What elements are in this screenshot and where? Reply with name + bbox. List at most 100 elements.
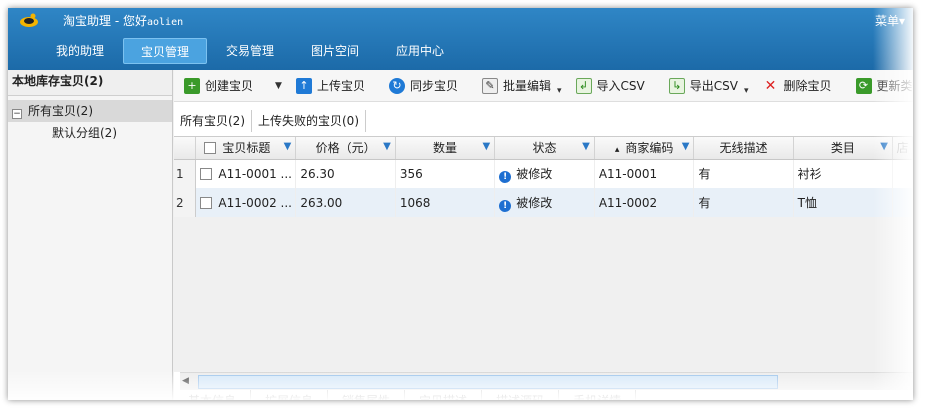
tab-extended-info[interactable]: 扩展信息 xyxy=(251,390,329,400)
info-icon: ! xyxy=(499,170,512,183)
cell-title[interactable]: A11-0002 ... xyxy=(195,188,297,217)
toolbar: + 创建宝贝 ▼ ↑ 上传宝贝 ↻ 同步宝贝 ✎ 批量编辑 ▾ ↲ 导入CSV xyxy=(174,70,913,102)
chevron-down-icon[interactable]: ▾ xyxy=(557,86,562,96)
column-header-title-label: 宝贝标题 xyxy=(222,141,271,156)
info-icon: ! xyxy=(499,199,512,212)
delete-item-button[interactable]: ✕ 删除宝贝 xyxy=(758,74,835,98)
cell-price[interactable]: 26.30 xyxy=(295,159,396,188)
cell-wireless[interactable]: 有 xyxy=(693,188,794,217)
tab-basic-info[interactable]: 基本信息 xyxy=(174,390,252,400)
row-checkbox[interactable] xyxy=(200,167,213,180)
create-item-label: 创建宝贝 xyxy=(205,79,254,93)
cell-category[interactable]: T恤 xyxy=(793,188,894,217)
delete-icon: ✕ xyxy=(764,77,777,94)
menu-button[interactable]: 菜单▾ xyxy=(875,12,905,29)
tree-item-all-items[interactable]: − 所有宝贝(2) xyxy=(8,100,172,122)
items-table: 宝贝标题 ▼ 价格（元） ▼ 数量 ▼ 状态 ▼ ▴ 商家编码 ▼ 无线描述 类目 ▼ 店 1 xyxy=(174,136,913,372)
delete-item-label: 删除宝贝 xyxy=(783,79,832,93)
tree-item-all-items-label: 所有宝贝(2) xyxy=(28,104,93,118)
filter-icon[interactable]: ▼ xyxy=(582,141,590,152)
upload-item-button[interactable]: ↑ 上传宝贝 xyxy=(292,74,369,98)
column-header-category[interactable]: 类目 ▼ xyxy=(793,137,894,160)
column-header-wireless-label: 无线描述 xyxy=(719,141,768,156)
column-header-merchant-code-label: 商家编码 xyxy=(625,141,674,156)
cell-category[interactable]: 衬衫 xyxy=(793,159,894,188)
column-header-price[interactable]: 价格（元） ▼ xyxy=(295,137,396,160)
scrollbar-thumb[interactable] xyxy=(198,375,778,389)
upload-item-label: 上传宝贝 xyxy=(316,79,365,93)
username: aolien xyxy=(147,17,184,28)
column-header-merchant-code[interactable]: ▴ 商家编码 ▼ xyxy=(594,137,695,160)
nav-item-app-center[interactable]: 应用中心 xyxy=(378,38,462,64)
row-number: 1 xyxy=(174,159,197,188)
column-header-wireless[interactable]: 无线描述 xyxy=(693,137,794,160)
app-name: 淘宝助理 xyxy=(63,14,112,28)
tab-description-source[interactable]: 描述源码 xyxy=(482,390,560,400)
cell-wireless[interactable]: 有 xyxy=(693,159,794,188)
import-icon: ↲ xyxy=(575,77,592,94)
collapse-icon[interactable]: − xyxy=(12,109,22,119)
cell-merchant-code[interactable]: A11-0001 xyxy=(594,159,695,188)
batch-edit-button[interactable]: ✎ 批量编辑 ▾ xyxy=(478,74,566,98)
app-logo-icon xyxy=(20,13,38,27)
filter-icon[interactable]: ▼ xyxy=(880,141,888,152)
nav-item-my-assistant[interactable]: 我的助理 xyxy=(38,38,122,64)
detail-tabs: 基本信息 扩展信息 销售属性 宝贝描述 描述源码 手机详情 xyxy=(174,390,913,400)
refresh-icon: ⟳ xyxy=(855,77,872,94)
cell-quantity[interactable]: 1068 xyxy=(395,188,496,217)
sort-ascending-icon: ▴ xyxy=(614,145,620,156)
update-category-button[interactable]: ⟳ 更新类目 xyxy=(852,74,914,98)
table-row[interactable]: 1 A11-0001 ... 26.30 356 ! 被修改 A11-0001 有… xyxy=(174,159,913,188)
cell-quantity[interactable]: 356 xyxy=(395,159,496,188)
items-table-grid: 宝贝标题 ▼ 价格（元） ▼ 数量 ▼ 状态 ▼ ▴ 商家编码 ▼ 无线描述 类目 ▼ 店 1 xyxy=(174,137,913,217)
nav-item-image-space[interactable]: 图片空间 xyxy=(293,38,377,64)
create-item-button[interactable]: + 创建宝贝 ▼ xyxy=(180,74,286,98)
nav-item-trade-management[interactable]: 交易管理 xyxy=(208,38,292,64)
import-csv-label: 导入CSV xyxy=(596,79,645,93)
cell-status-text: 被修改 xyxy=(516,195,553,210)
horizontal-scrollbar[interactable]: ◀ xyxy=(180,372,913,390)
tab-sales-attributes[interactable]: 销售属性 xyxy=(328,390,406,400)
greeting: 您好 xyxy=(122,14,147,28)
cell-store[interactable] xyxy=(892,159,913,188)
cell-title-text: A11-0001 ... xyxy=(218,166,292,181)
title-separator: - xyxy=(111,14,123,28)
import-csv-button[interactable]: ↲ 导入CSV xyxy=(572,74,649,98)
tab-all-items[interactable]: 所有宝贝(2) xyxy=(174,110,252,132)
cell-price[interactable]: 263.00 xyxy=(295,188,396,217)
row-checkbox[interactable] xyxy=(200,196,213,209)
column-header-title[interactable]: 宝贝标题 ▼ xyxy=(195,137,297,160)
item-subtabs: 所有宝贝(2) 上传失败的宝贝(0) xyxy=(174,110,366,132)
column-header-price-label: 价格（元） xyxy=(315,141,376,156)
sync-item-button[interactable]: ↻ 同步宝贝 xyxy=(385,74,462,98)
update-category-label: 更新类目 xyxy=(876,79,914,93)
cell-store[interactable] xyxy=(892,188,913,217)
filter-icon[interactable]: ▼ xyxy=(483,141,491,152)
cell-merchant-code[interactable]: A11-0002 xyxy=(594,188,695,217)
tab-mobile-details[interactable]: 手机详情 xyxy=(559,390,637,400)
scroll-left-icon[interactable]: ◀ xyxy=(182,376,189,386)
cell-status[interactable]: ! 被修改 xyxy=(494,159,595,188)
tab-upload-failed[interactable]: 上传失败的宝贝(0) xyxy=(252,110,366,132)
column-header-quantity[interactable]: 数量 ▼ xyxy=(395,137,496,160)
filter-icon[interactable]: ▼ xyxy=(682,141,690,152)
cell-status[interactable]: ! 被修改 xyxy=(494,188,595,217)
filter-icon[interactable]: ▼ xyxy=(284,141,292,152)
sync-item-label: 同步宝贝 xyxy=(409,79,458,93)
export-csv-button[interactable]: ↳ 导出CSV ▾ xyxy=(665,74,753,98)
upload-icon: ↑ xyxy=(295,77,312,94)
table-header-row: 宝贝标题 ▼ 价格（元） ▼ 数量 ▼ 状态 ▼ ▴ 商家编码 ▼ 无线描述 类目 ▼ 店 xyxy=(174,137,913,160)
table-row[interactable]: 2 A11-0002 ... 263.00 1068 ! 被修改 A11-0002… xyxy=(174,188,913,217)
column-header-status[interactable]: 状态 ▼ xyxy=(494,137,595,160)
tree-item-default-group[interactable]: 默认分组(2) xyxy=(8,122,172,144)
sync-icon: ↻ xyxy=(388,77,405,94)
sidebar: 本地库存宝贝(2) − 所有宝贝(2) 默认分组(2) xyxy=(8,70,173,400)
chevron-down-icon[interactable]: ▼ xyxy=(275,81,282,91)
select-all-checkbox[interactable] xyxy=(204,142,217,155)
filter-icon[interactable]: ▼ xyxy=(383,141,391,152)
column-header-store[interactable]: 店 xyxy=(892,137,913,160)
nav-item-item-management[interactable]: 宝贝管理 xyxy=(123,38,207,64)
tab-item-description[interactable]: 宝贝描述 xyxy=(405,390,483,400)
chevron-down-icon[interactable]: ▾ xyxy=(744,86,749,96)
cell-title[interactable]: A11-0001 ... xyxy=(195,159,297,188)
